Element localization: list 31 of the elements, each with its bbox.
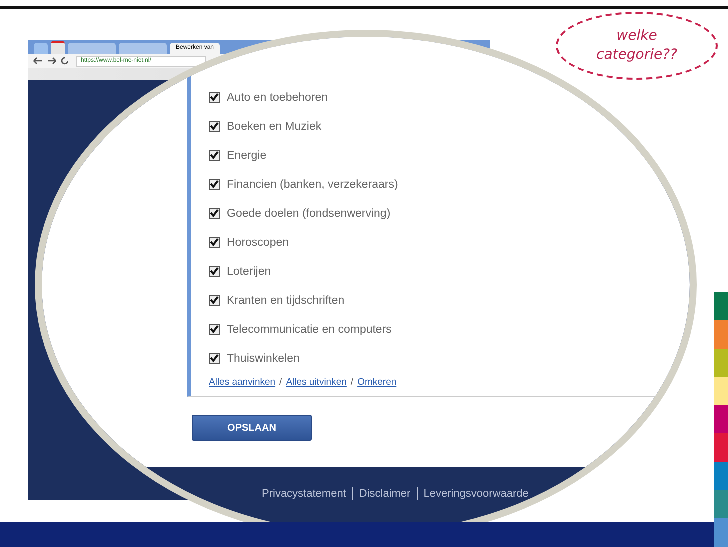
checkbox-label: Horoscopen [227, 236, 290, 248]
checkbox-label: Thuiswinkelen [227, 352, 300, 364]
callout-text: categorie?? [596, 46, 678, 65]
checkbox[interactable] [209, 324, 220, 335]
link[interactable]: Alles uitvinken [286, 377, 347, 388]
slash-separator: / [280, 377, 282, 388]
checkbox-label: Loterijen [227, 266, 272, 278]
checkbox[interactable] [209, 179, 220, 190]
link[interactable]: Omkeren [358, 377, 397, 388]
checkbox-label: Goede doelen (fondsenwerving) [227, 208, 391, 220]
link[interactable]: Alles aanvinken [209, 377, 276, 388]
checkbox-label: Energie [227, 150, 267, 162]
footer-link[interactable]: Privacystatement [262, 488, 346, 500]
footer-link[interactable]: Leveringsvoorwaarde [424, 488, 529, 500]
checkbox[interactable] [209, 92, 220, 103]
save-button[interactable]: OPSLAAN [192, 415, 312, 441]
checkbox[interactable] [209, 121, 220, 132]
callout-text: welke [616, 27, 658, 46]
checkbox-label: Financien (banken, verzekeraars) [227, 178, 398, 190]
checkbox-label: Boeken en Muziek [227, 120, 322, 132]
footer-link[interactable]: Disclaimer [359, 488, 411, 500]
slash-separator: / [350, 377, 354, 388]
checkbox[interactable] [209, 295, 220, 306]
checkbox[interactable] [209, 150, 220, 161]
checkbox-label: Auto en toebehoren [227, 92, 328, 104]
checkbox-label: Telecommunicatie en computers [227, 324, 392, 336]
checkbox[interactable] [209, 208, 220, 219]
checkbox[interactable] [209, 353, 220, 364]
checkbox-label: Kranten en tijdschriften [227, 294, 345, 306]
checkbox[interactable] [209, 266, 220, 277]
checkbox[interactable] [209, 237, 220, 248]
